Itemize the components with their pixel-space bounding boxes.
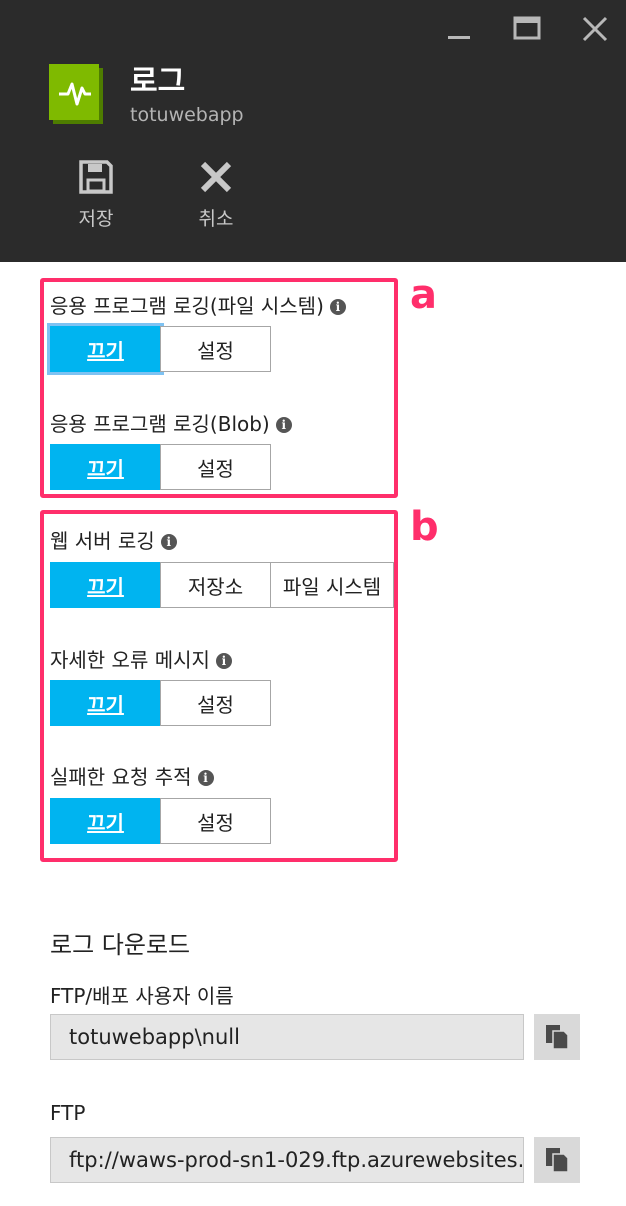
option-storage[interactable]: 저장소 bbox=[160, 562, 271, 608]
copy-icon bbox=[546, 1148, 569, 1173]
failed-request-tracing-toggle: 끄기 설정 bbox=[50, 798, 271, 844]
info-icon[interactable]: i bbox=[197, 770, 214, 786]
option-on[interactable]: 설정 bbox=[160, 444, 271, 490]
option-on[interactable]: 설정 bbox=[160, 326, 271, 372]
option-file-system[interactable]: 파일 시스템 bbox=[270, 562, 394, 608]
maximize-icon[interactable] bbox=[510, 12, 544, 46]
close-icon[interactable] bbox=[578, 12, 612, 46]
page-title: 로그 bbox=[130, 64, 186, 99]
ftp-label: FTP bbox=[50, 1101, 86, 1125]
web-server-logging-toggle: 끄기 저장소 파일 시스템 bbox=[50, 562, 394, 608]
app-logging-fs-toggle: 끄기 설정 bbox=[50, 326, 271, 372]
annotation-label-b: b bbox=[410, 504, 439, 550]
blade-header: 로그 totuwebapp 저장 취소 bbox=[0, 0, 626, 262]
ftp-user-label: FTP/배포 사용자 이름 bbox=[50, 984, 234, 1008]
save-button[interactable]: 저장 bbox=[56, 160, 136, 231]
option-off[interactable]: 끄기 bbox=[50, 326, 161, 372]
option-off[interactable]: 끄기 bbox=[50, 680, 161, 726]
option-on[interactable]: 설정 bbox=[160, 798, 271, 844]
option-off[interactable]: 끄기 bbox=[50, 562, 161, 608]
app-logging-blob-label: 응용 프로그램 로깅(Blob) i bbox=[50, 408, 292, 437]
copy-button[interactable] bbox=[534, 1014, 580, 1060]
pulse-icon bbox=[49, 64, 106, 126]
app-logging-blob-toggle: 끄기 설정 bbox=[50, 444, 271, 490]
cancel-label: 취소 bbox=[198, 208, 234, 230]
option-on[interactable]: 설정 bbox=[160, 680, 271, 726]
web-server-logging-label: 웹 서버 로깅 i bbox=[50, 525, 177, 554]
detailed-errors-toggle: 끄기 설정 bbox=[50, 680, 271, 726]
ftp-user-field[interactable]: totuwebapp\null bbox=[50, 1014, 524, 1060]
info-icon[interactable]: i bbox=[160, 534, 177, 550]
download-logs-title: 로그 다운로드 bbox=[50, 931, 191, 959]
option-off[interactable]: 끄기 bbox=[50, 444, 161, 490]
info-icon[interactable]: i bbox=[215, 653, 232, 669]
cancel-icon bbox=[200, 161, 232, 193]
failed-request-tracing-label: 실패한 요청 추적 i bbox=[50, 761, 214, 790]
info-icon[interactable]: i bbox=[329, 299, 346, 315]
app-logging-fs-label: 응용 프로그램 로깅(파일 시스템) i bbox=[50, 290, 346, 319]
save-label: 저장 bbox=[78, 208, 114, 230]
save-icon bbox=[79, 160, 113, 194]
option-off[interactable]: 끄기 bbox=[50, 798, 161, 844]
copy-button[interactable] bbox=[534, 1137, 580, 1183]
ftp-url-field[interactable]: ftp://waws-prod-sn1-029.ftp.azurewebsite… bbox=[50, 1137, 524, 1183]
info-icon[interactable]: i bbox=[275, 417, 292, 433]
page-subtitle: totuwebapp bbox=[130, 104, 244, 126]
annotation-label-a: a bbox=[410, 272, 437, 318]
minimize-icon[interactable] bbox=[442, 12, 476, 46]
cancel-button[interactable]: 취소 bbox=[176, 160, 256, 231]
copy-icon bbox=[546, 1025, 569, 1050]
detailed-errors-label: 자세한 오류 메시지 i bbox=[50, 644, 232, 673]
